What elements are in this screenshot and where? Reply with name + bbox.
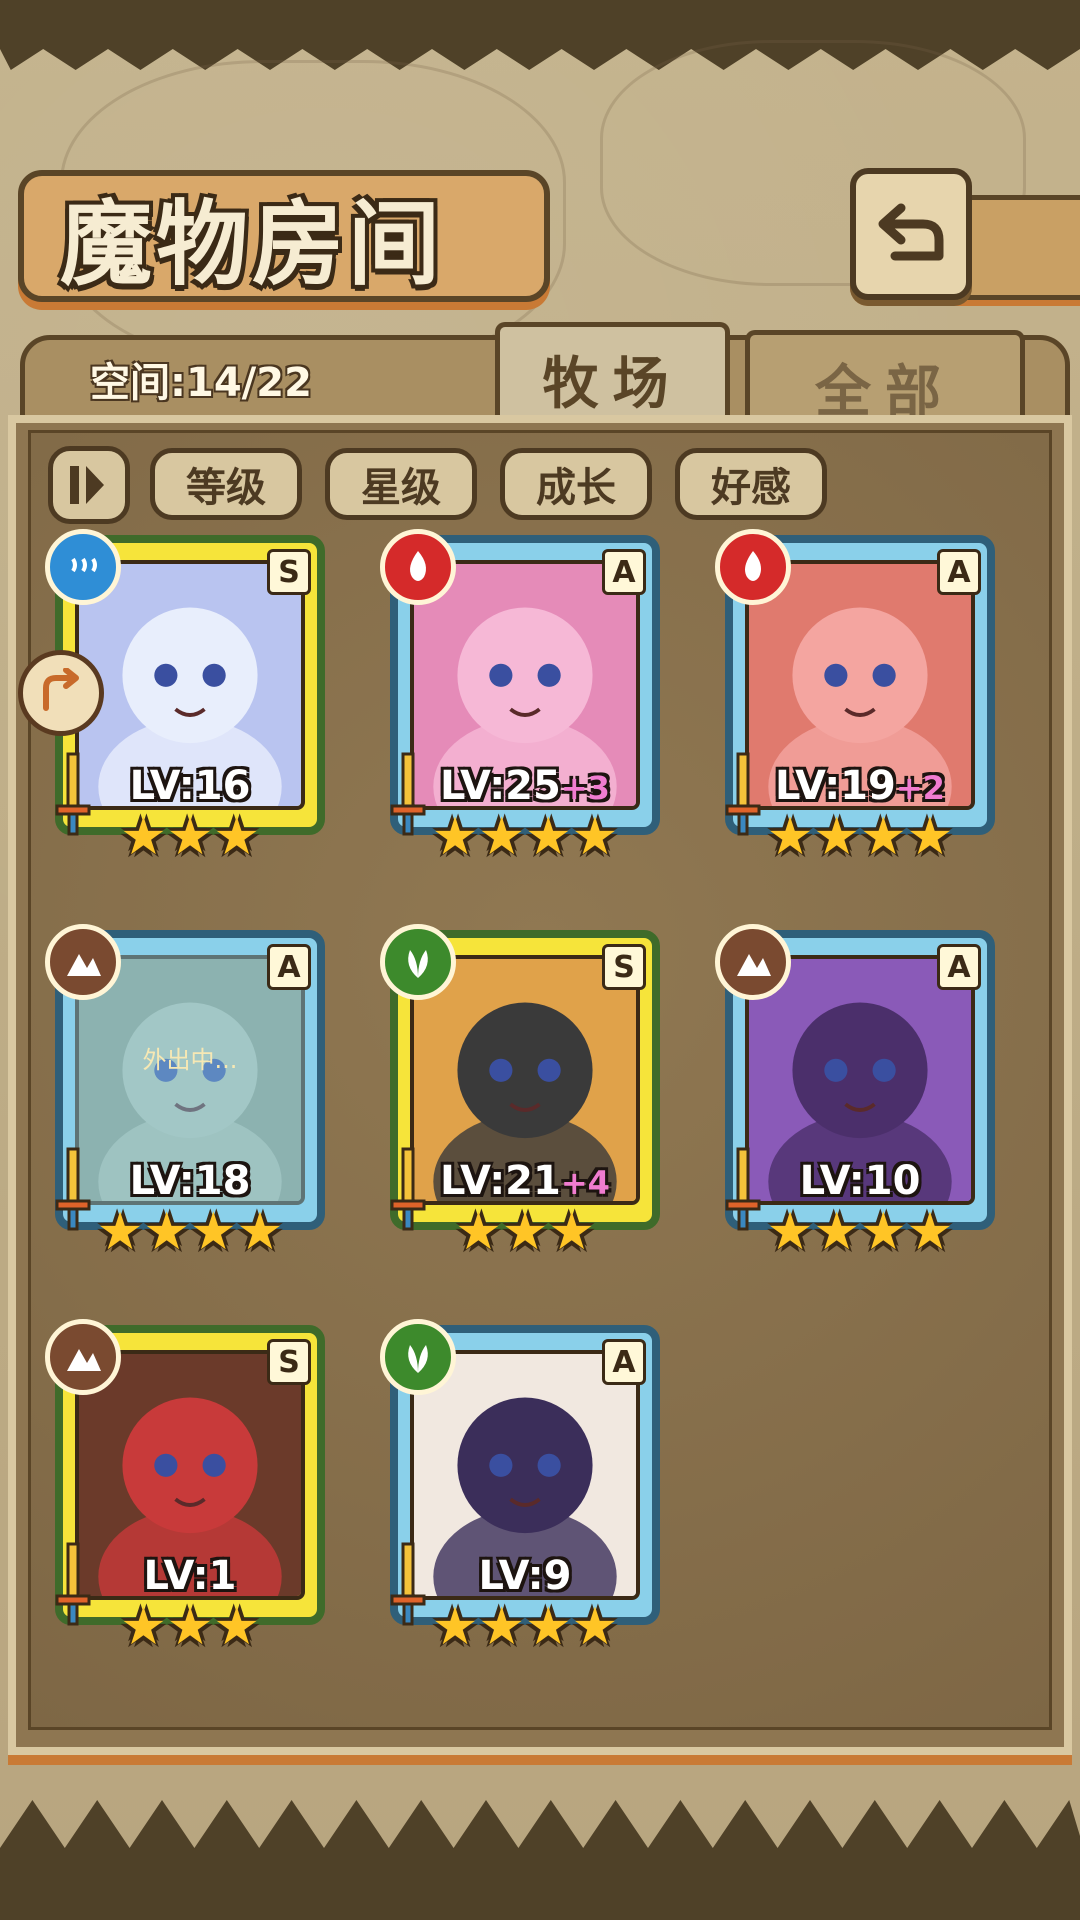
star-icon: ★ (813, 807, 860, 867)
sort-growth-button[interactable]: 成长 (500, 448, 652, 520)
star-icon: ★ (766, 807, 814, 867)
sort-affection-button[interactable]: 好感 (675, 448, 827, 520)
star-icon: ★ (548, 1202, 595, 1262)
level-text: LV:1 (143, 1553, 237, 1599)
monster-card[interactable]: A LV:19+2 ★ ★ ★ ★ (715, 529, 1005, 867)
star-rating: ★ ★ ★ (45, 1597, 335, 1657)
level-label: LV:18 (75, 1158, 305, 1204)
star-icon: ★ (906, 807, 954, 867)
star-rating: ★ ★ ★ ★ (715, 807, 1005, 867)
star-icon: ★ (166, 1597, 214, 1657)
star-icon: ★ (96, 1202, 144, 1262)
level-text: LV:10 (799, 1158, 921, 1204)
rank-badge: A (267, 944, 311, 990)
rank-badge: A (937, 944, 981, 990)
sort-star-button[interactable]: 星级 (325, 448, 477, 520)
back-button[interactable] (850, 168, 972, 300)
fire-element-icon (380, 529, 456, 605)
water-element-icon (45, 529, 121, 605)
rank-badge: A (602, 549, 646, 595)
star-icon: ★ (143, 1202, 190, 1262)
level-label: LV:16 (75, 763, 305, 809)
rank-badge: A (937, 549, 981, 595)
bottom-border (0, 1800, 1080, 1920)
star-icon: ★ (190, 1202, 237, 1262)
monster-card[interactable]: S LV:21+4 ★ ★ ★ (380, 924, 670, 1262)
level-text: LV:16 (129, 763, 251, 809)
star-rating: ★ ★ ★ (45, 807, 335, 867)
earth-element-icon (45, 1319, 121, 1395)
level-label: LV:21+4 (410, 1158, 640, 1204)
level-text: LV:21 (440, 1158, 561, 1204)
star-icon: ★ (431, 1597, 479, 1657)
level-bonus: +4 (560, 1164, 610, 1202)
rank-badge: S (267, 1339, 311, 1385)
sort-order-icon (70, 466, 104, 504)
star-icon: ★ (906, 1202, 954, 1262)
star-icon: ★ (431, 807, 479, 867)
level-bonus: +2 (895, 769, 945, 807)
star-icon: ★ (525, 807, 572, 867)
sort-order-toggle[interactable] (48, 446, 130, 524)
star-icon: ★ (455, 1202, 502, 1262)
level-text: LV:9 (478, 1553, 572, 1599)
level-text: LV:25 (440, 763, 561, 809)
star-icon: ★ (120, 807, 167, 867)
space-counter: 空间:14/22 (90, 360, 312, 406)
earth-element-icon (45, 924, 121, 1000)
monster-room-screen: 魔物房间 空间:14/22 牧场 全部 等级 星级 成长 好感 S LV:16 … (0, 0, 1080, 1920)
star-icon: ★ (213, 807, 260, 867)
star-icon: ★ (236, 1202, 284, 1262)
level-bonus: +3 (560, 769, 610, 807)
rank-badge: S (267, 549, 311, 595)
level-label: LV:10 (745, 1158, 975, 1204)
arrow-badge-icon (43, 668, 79, 711)
level-label: LV:19+2 (745, 763, 975, 809)
monster-card[interactable]: A LV:25+3 ★ ★ ★ ★ (380, 529, 670, 867)
rank-badge: S (602, 944, 646, 990)
star-icon: ★ (120, 1597, 167, 1657)
level-text: LV:19 (775, 763, 896, 809)
star-icon: ★ (860, 1202, 907, 1262)
monster-card[interactable]: S LV:1 ★ ★ ★ (45, 1319, 335, 1657)
star-icon: ★ (860, 807, 907, 867)
page-title: 魔物房间 (60, 190, 445, 298)
star-icon: ★ (478, 1597, 525, 1657)
wood-element-icon (380, 1319, 456, 1395)
back-arrow-icon (878, 203, 944, 261)
star-rating: ★ ★ ★ ★ (380, 807, 670, 867)
star-rating: ★ ★ ★ (380, 1202, 670, 1262)
status-text: 外出中... (142, 1046, 238, 1074)
level-text: LV:18 (129, 1158, 251, 1204)
star-icon: ★ (501, 1202, 549, 1262)
star-icon: ★ (478, 807, 525, 867)
star-rating: ★ ★ ★ ★ (380, 1597, 670, 1657)
monster-card[interactable]: A LV:10 ★ ★ ★ ★ (715, 924, 1005, 1262)
fire-element-icon (715, 529, 791, 605)
star-rating: ★ ★ ★ ★ (45, 1202, 335, 1262)
wood-element-icon (380, 924, 456, 1000)
level-label: LV:1 (75, 1553, 305, 1599)
star-rating: ★ ★ ★ ★ (715, 1202, 1005, 1262)
monster-card[interactable]: A LV:18 ★ ★ ★ ★ 外出中... (45, 924, 335, 1262)
star-icon: ★ (166, 807, 214, 867)
star-icon: ★ (213, 1597, 260, 1657)
level-label: LV:25+3 (410, 763, 640, 809)
star-icon: ★ (525, 1597, 572, 1657)
rank-badge: A (602, 1339, 646, 1385)
star-icon: ★ (571, 807, 619, 867)
star-icon: ★ (571, 1597, 619, 1657)
star-icon: ★ (766, 1202, 814, 1262)
level-label: LV:9 (410, 1553, 640, 1599)
star-icon: ★ (813, 1202, 860, 1262)
monster-card[interactable]: A LV:9 ★ ★ ★ ★ (380, 1319, 670, 1657)
release-button[interactable] (18, 650, 104, 736)
earth-element-icon (715, 924, 791, 1000)
sort-level-button[interactable]: 等级 (150, 448, 302, 520)
